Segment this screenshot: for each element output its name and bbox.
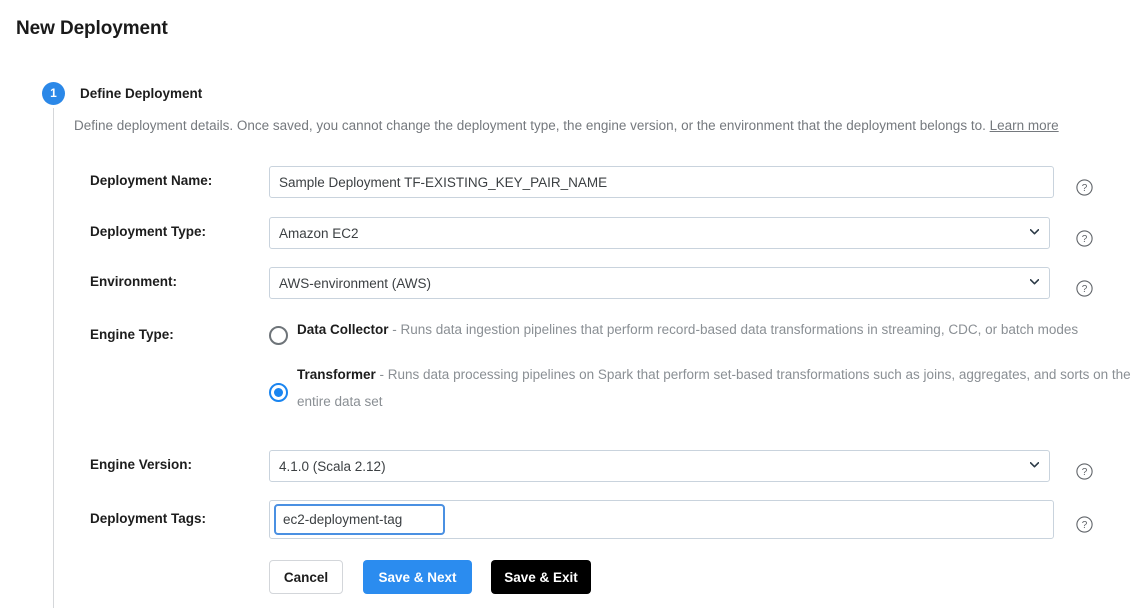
step-description: Define deployment details. Once saved, y…: [74, 118, 1059, 133]
help-circle-icon-engine-version[interactable]: ?: [1076, 463, 1093, 480]
radio-name-transformer: Transformer: [297, 367, 376, 382]
field-deployment-type: Amazon EC2: [269, 217, 1050, 249]
step-rail-line: [53, 108, 54, 608]
label-engine-type: Engine Type:: [90, 327, 174, 342]
help-circle-icon-deployment-name[interactable]: ?: [1076, 179, 1093, 196]
deployment-tags-input[interactable]: [274, 504, 445, 535]
radio-name-data-collector: Data Collector: [297, 322, 389, 337]
save-and-exit-button[interactable]: Save & Exit: [491, 560, 591, 594]
svg-text:?: ?: [1082, 520, 1088, 531]
label-engine-version: Engine Version:: [90, 457, 193, 472]
svg-text:?: ?: [1082, 284, 1088, 295]
field-deployment-name: [269, 166, 1054, 198]
cancel-button[interactable]: Cancel: [269, 560, 343, 594]
radio-icon-transformer[interactable]: [269, 383, 288, 402]
field-deployment-tags: [269, 500, 1054, 539]
radio-label-transformer: Transformer - Runs data processing pipel…: [297, 361, 1137, 415]
label-deployment-tags: Deployment Tags:: [90, 511, 207, 526]
radio-desc-transformer: - Runs data processing pipelines on Spar…: [297, 367, 1131, 409]
help-circle-icon-environment[interactable]: ?: [1076, 280, 1093, 297]
help-circle-icon-deployment-tags[interactable]: ?: [1076, 516, 1093, 533]
deployment-tags-container[interactable]: [269, 500, 1054, 539]
save-and-next-button[interactable]: Save & Next: [363, 560, 472, 594]
learn-more-link[interactable]: Learn more: [990, 118, 1059, 133]
step-description-text: Define deployment details. Once saved, y…: [74, 118, 986, 133]
label-deployment-name: Deployment Name:: [90, 173, 213, 188]
page-title: New Deployment: [16, 18, 168, 39]
svg-text:?: ?: [1082, 234, 1088, 245]
label-deployment-type: Deployment Type:: [90, 224, 207, 239]
engine-version-select[interactable]: 4.1.0 (Scala 2.12): [269, 450, 1050, 482]
svg-text:?: ?: [1082, 183, 1088, 194]
help-circle-icon-deployment-type[interactable]: ?: [1076, 230, 1093, 247]
radio-label-data-collector: Data Collector - Runs data ingestion pip…: [297, 316, 1137, 343]
field-engine-version: 4.1.0 (Scala 2.12): [269, 450, 1050, 482]
deployment-name-input[interactable]: [269, 166, 1054, 198]
svg-text:?: ?: [1082, 467, 1088, 478]
step-title: Define Deployment: [80, 86, 203, 101]
label-environment: Environment:: [90, 274, 178, 289]
step-number-badge: 1: [42, 82, 65, 105]
environment-select[interactable]: AWS-environment (AWS): [269, 267, 1050, 299]
radio-icon-data-collector[interactable]: [269, 326, 288, 345]
radio-desc-data-collector: - Runs data ingestion pipelines that per…: [388, 322, 1079, 337]
field-environment: AWS-environment (AWS): [269, 267, 1050, 299]
deployment-type-select[interactable]: Amazon EC2: [269, 217, 1050, 249]
